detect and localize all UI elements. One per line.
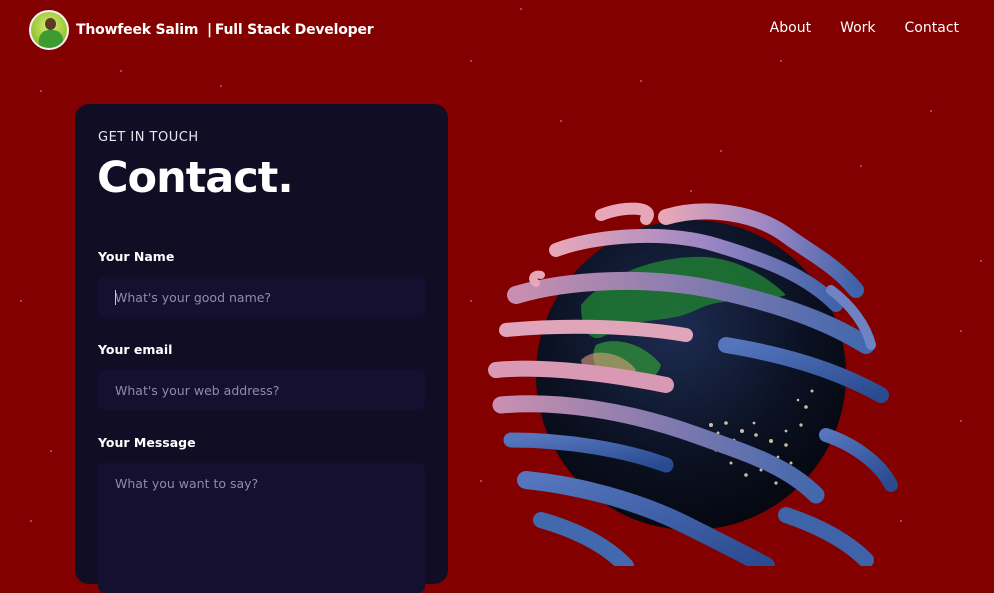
email-label: Your email <box>98 342 173 357</box>
name-field[interactable] <box>98 277 425 317</box>
avatar <box>29 10 69 50</box>
brand-title: Thowfeek Salim | Full Stack Developer <box>76 22 374 38</box>
earth-canvas[interactable] <box>486 195 906 575</box>
section-subtitle: GET IN TOUCH <box>98 130 199 145</box>
message-field[interactable] <box>98 463 425 593</box>
name-label: Your Name <box>98 249 175 264</box>
message-label: Your Message <box>98 435 196 450</box>
brand-separator: | <box>206 22 212 38</box>
contact-form-card: GET IN TOUCH Contact. Your Name Your ema… <box>75 104 448 593</box>
nav-link-work[interactable]: Work <box>840 20 875 36</box>
text-caret <box>115 290 116 305</box>
nav-link-about[interactable]: About <box>770 20 811 36</box>
nav-menu: About Work Contact <box>770 20 959 36</box>
brand-home-link[interactable]: Thowfeek Salim | Full Stack Developer <box>29 10 374 50</box>
nav-link-contact[interactable]: Contact <box>905 20 959 36</box>
brand-name: Thowfeek Salim <box>76 22 199 38</box>
navbar: Thowfeek Salim | Full Stack Developer Abo… <box>0 0 994 60</box>
brand-role: Full Stack Developer <box>214 22 374 38</box>
section-title: Contact. <box>97 153 294 203</box>
email-field[interactable] <box>98 370 425 410</box>
earth-globe-icon <box>488 202 898 575</box>
